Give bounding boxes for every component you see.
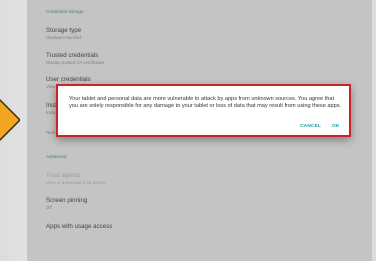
- arrow-right-icon: [0, 98, 20, 142]
- cancel-button[interactable]: CANCEL: [300, 124, 321, 129]
- ok-button[interactable]: OK: [332, 124, 340, 129]
- dialog-message: Your tablet and personal data are more v…: [69, 96, 342, 109]
- unknown-sources-dialog: Your tablet and personal data are more v…: [56, 84, 351, 137]
